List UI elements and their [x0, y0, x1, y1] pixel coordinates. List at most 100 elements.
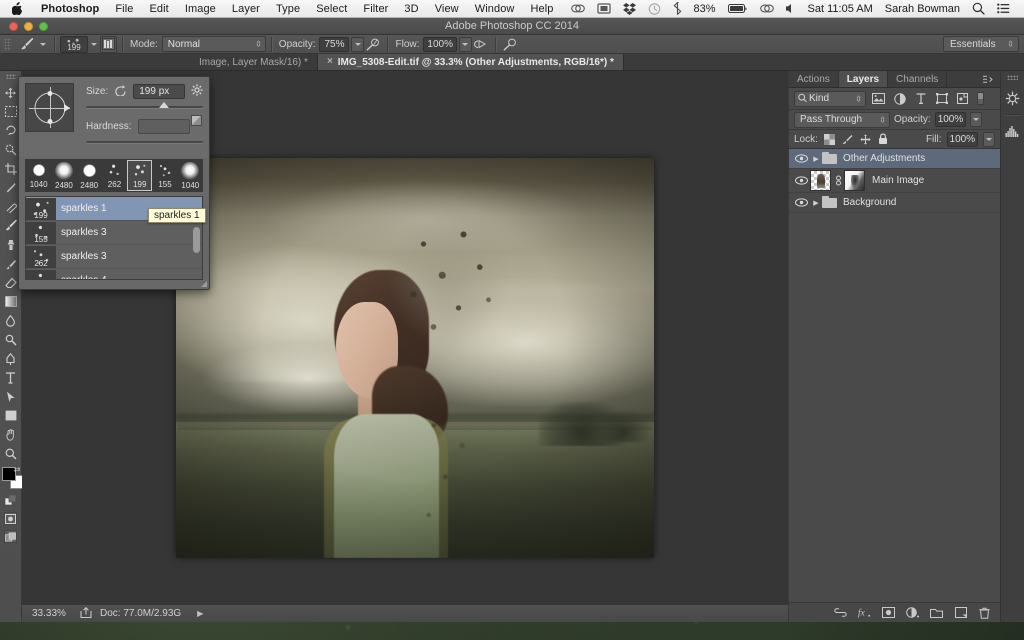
delete-layer-icon[interactable] [978, 606, 991, 619]
layer-mask-icon[interactable] [882, 606, 895, 619]
flow-input[interactable]: 100% [423, 37, 457, 52]
brush-tip-tile-selected[interactable]: 199 [127, 160, 152, 191]
timemachine-icon[interactable] [642, 0, 667, 17]
panel-dock-grip[interactable] [1007, 75, 1018, 80]
lock-position-icon[interactable] [859, 133, 872, 146]
blur-tool[interactable] [1, 311, 21, 330]
layer-fill-stepper[interactable] [983, 132, 995, 147]
expand-arrow-icon[interactable]: ▶ [197, 609, 203, 618]
panel-menu-icon[interactable] [978, 71, 1000, 87]
filter-smartobject-icon[interactable] [954, 90, 971, 107]
brush-tip-tile[interactable]: 262 [102, 160, 127, 189]
bluetooth-icon[interactable] [667, 0, 688, 17]
battery-icon[interactable] [722, 0, 754, 17]
menu-item-3d[interactable]: 3D [396, 0, 426, 17]
layer-visibility-icon[interactable] [792, 198, 810, 207]
options-bar-grip[interactable] [4, 38, 11, 51]
apple-logo-icon[interactable] [0, 0, 33, 17]
tab-actions[interactable]: Actions [789, 71, 839, 87]
tab-layers[interactable]: Layers [839, 71, 888, 87]
lock-image-icon[interactable] [841, 133, 854, 146]
layer-opacity-stepper[interactable] [970, 112, 982, 127]
notification-center-icon[interactable] [991, 0, 1016, 17]
link-mask-icon[interactable] [833, 175, 844, 186]
zoom-tool[interactable] [1, 444, 21, 463]
brush-preset-item[interactable]: sparkles 4 [26, 269, 202, 280]
filter-adjustment-icon[interactable] [891, 90, 908, 107]
menu-item-select[interactable]: Select [308, 0, 355, 17]
close-icon[interactable]: × [327, 57, 333, 67]
screen-mode-icon[interactable] [4, 530, 17, 543]
menu-item-file[interactable]: File [107, 0, 141, 17]
new-layer-icon[interactable] [954, 606, 967, 619]
histogram-icon[interactable] [1002, 120, 1024, 142]
filter-type-icon[interactable] [912, 90, 929, 107]
history-icon[interactable] [1002, 87, 1024, 109]
close-button[interactable] [9, 22, 18, 31]
slider-knob[interactable] [159, 102, 169, 108]
preview-angle-arrow[interactable] [64, 104, 70, 112]
layer-list[interactable]: ▶ Other Adjustments Main Image [789, 149, 1000, 602]
swap-colors-icon[interactable]: ⇄ [14, 465, 21, 474]
brush-preset-picker[interactable]: Size: 199 px Hardness: [18, 76, 210, 290]
menu-item-type[interactable]: Type [268, 0, 308, 17]
quick-mask-icon[interactable] [4, 512, 17, 525]
airplay-audio-icon[interactable] [754, 0, 780, 17]
reset-brush-icon[interactable] [114, 85, 127, 99]
filter-pixel-icon[interactable] [870, 90, 887, 107]
battery-percent-label[interactable]: 83% [688, 0, 722, 17]
document-canvas[interactable] [176, 158, 654, 558]
link-layers-icon[interactable] [834, 606, 847, 619]
menu-app-name[interactable]: Photoshop [33, 0, 107, 17]
group-disclosure-triangle[interactable]: ▶ [810, 199, 822, 207]
dropbox-icon[interactable] [617, 0, 642, 17]
menu-item-help[interactable]: Help [522, 0, 561, 17]
panel-resize-handle[interactable]: ◢ [201, 279, 207, 288]
layer-row-main-image[interactable]: Main Image [789, 169, 1000, 193]
brush-tip-tile[interactable]: 2480 [77, 160, 102, 190]
brush-size-slider[interactable] [86, 101, 203, 113]
zoom-button[interactable] [39, 22, 48, 31]
window-title-bar[interactable]: Adobe Photoshop CC 2014 [0, 18, 1024, 35]
path-select-tool[interactable] [1, 387, 21, 406]
layer-visibility-icon[interactable] [792, 176, 810, 185]
layer-blend-mode-select[interactable]: Pass Through [794, 112, 890, 128]
volume-icon[interactable] [780, 0, 802, 17]
default-colors-icon[interactable] [1, 493, 21, 507]
new-group-icon[interactable] [930, 606, 943, 619]
brush-preset-picker-chevron[interactable] [88, 36, 100, 52]
minimize-button[interactable] [24, 22, 33, 31]
brush-angle-preview[interactable] [25, 83, 74, 132]
preview-handle-top[interactable] [47, 91, 52, 96]
filter-enable-switch[interactable] [977, 92, 984, 105]
lock-transparent-icon[interactable] [823, 133, 836, 146]
adjustment-layer-icon[interactable] [906, 606, 919, 619]
brush-tip-tile[interactable]: 1040 [26, 160, 51, 189]
filter-kind-select[interactable]: Kind [794, 91, 866, 107]
menu-username[interactable]: Sarah Bowman [879, 0, 966, 17]
filter-shape-icon[interactable] [933, 90, 950, 107]
brush-preset-item[interactable]: 262 sparkles 3 [26, 245, 202, 269]
share-icon[interactable] [80, 607, 92, 621]
zoom-level-input[interactable]: 33.33% [32, 608, 76, 619]
layer-visibility-icon[interactable] [792, 154, 810, 163]
new-preset-icon[interactable] [191, 115, 202, 126]
tools-panel-grip[interactable] [6, 74, 16, 79]
menu-item-image[interactable]: Image [177, 0, 224, 17]
menu-item-window[interactable]: Window [467, 0, 523, 17]
blend-mode-select[interactable]: Normal [162, 36, 266, 52]
menu-item-edit[interactable]: Edit [141, 0, 176, 17]
brush-tip-strip[interactable]: 1040 2480 2480 262 199 155 [25, 159, 203, 192]
shape-tool[interactable] [1, 406, 21, 425]
brush-hardness-slider[interactable] [86, 136, 203, 148]
airplay-icon[interactable] [565, 0, 591, 17]
brush-size-preview[interactable]: 199 [60, 36, 88, 53]
brush-tool-preset-chevron[interactable] [37, 36, 49, 52]
gear-icon[interactable] [191, 84, 203, 99]
brush-tip-tile[interactable]: 2480 [51, 160, 76, 190]
display-icon[interactable] [591, 0, 617, 17]
brush-tip-tile[interactable]: 155 [152, 160, 177, 189]
layer-name[interactable]: Other Adjustments [843, 153, 925, 164]
menu-item-view[interactable]: View [427, 0, 467, 17]
layer-mask-thumbnail[interactable] [844, 170, 865, 191]
